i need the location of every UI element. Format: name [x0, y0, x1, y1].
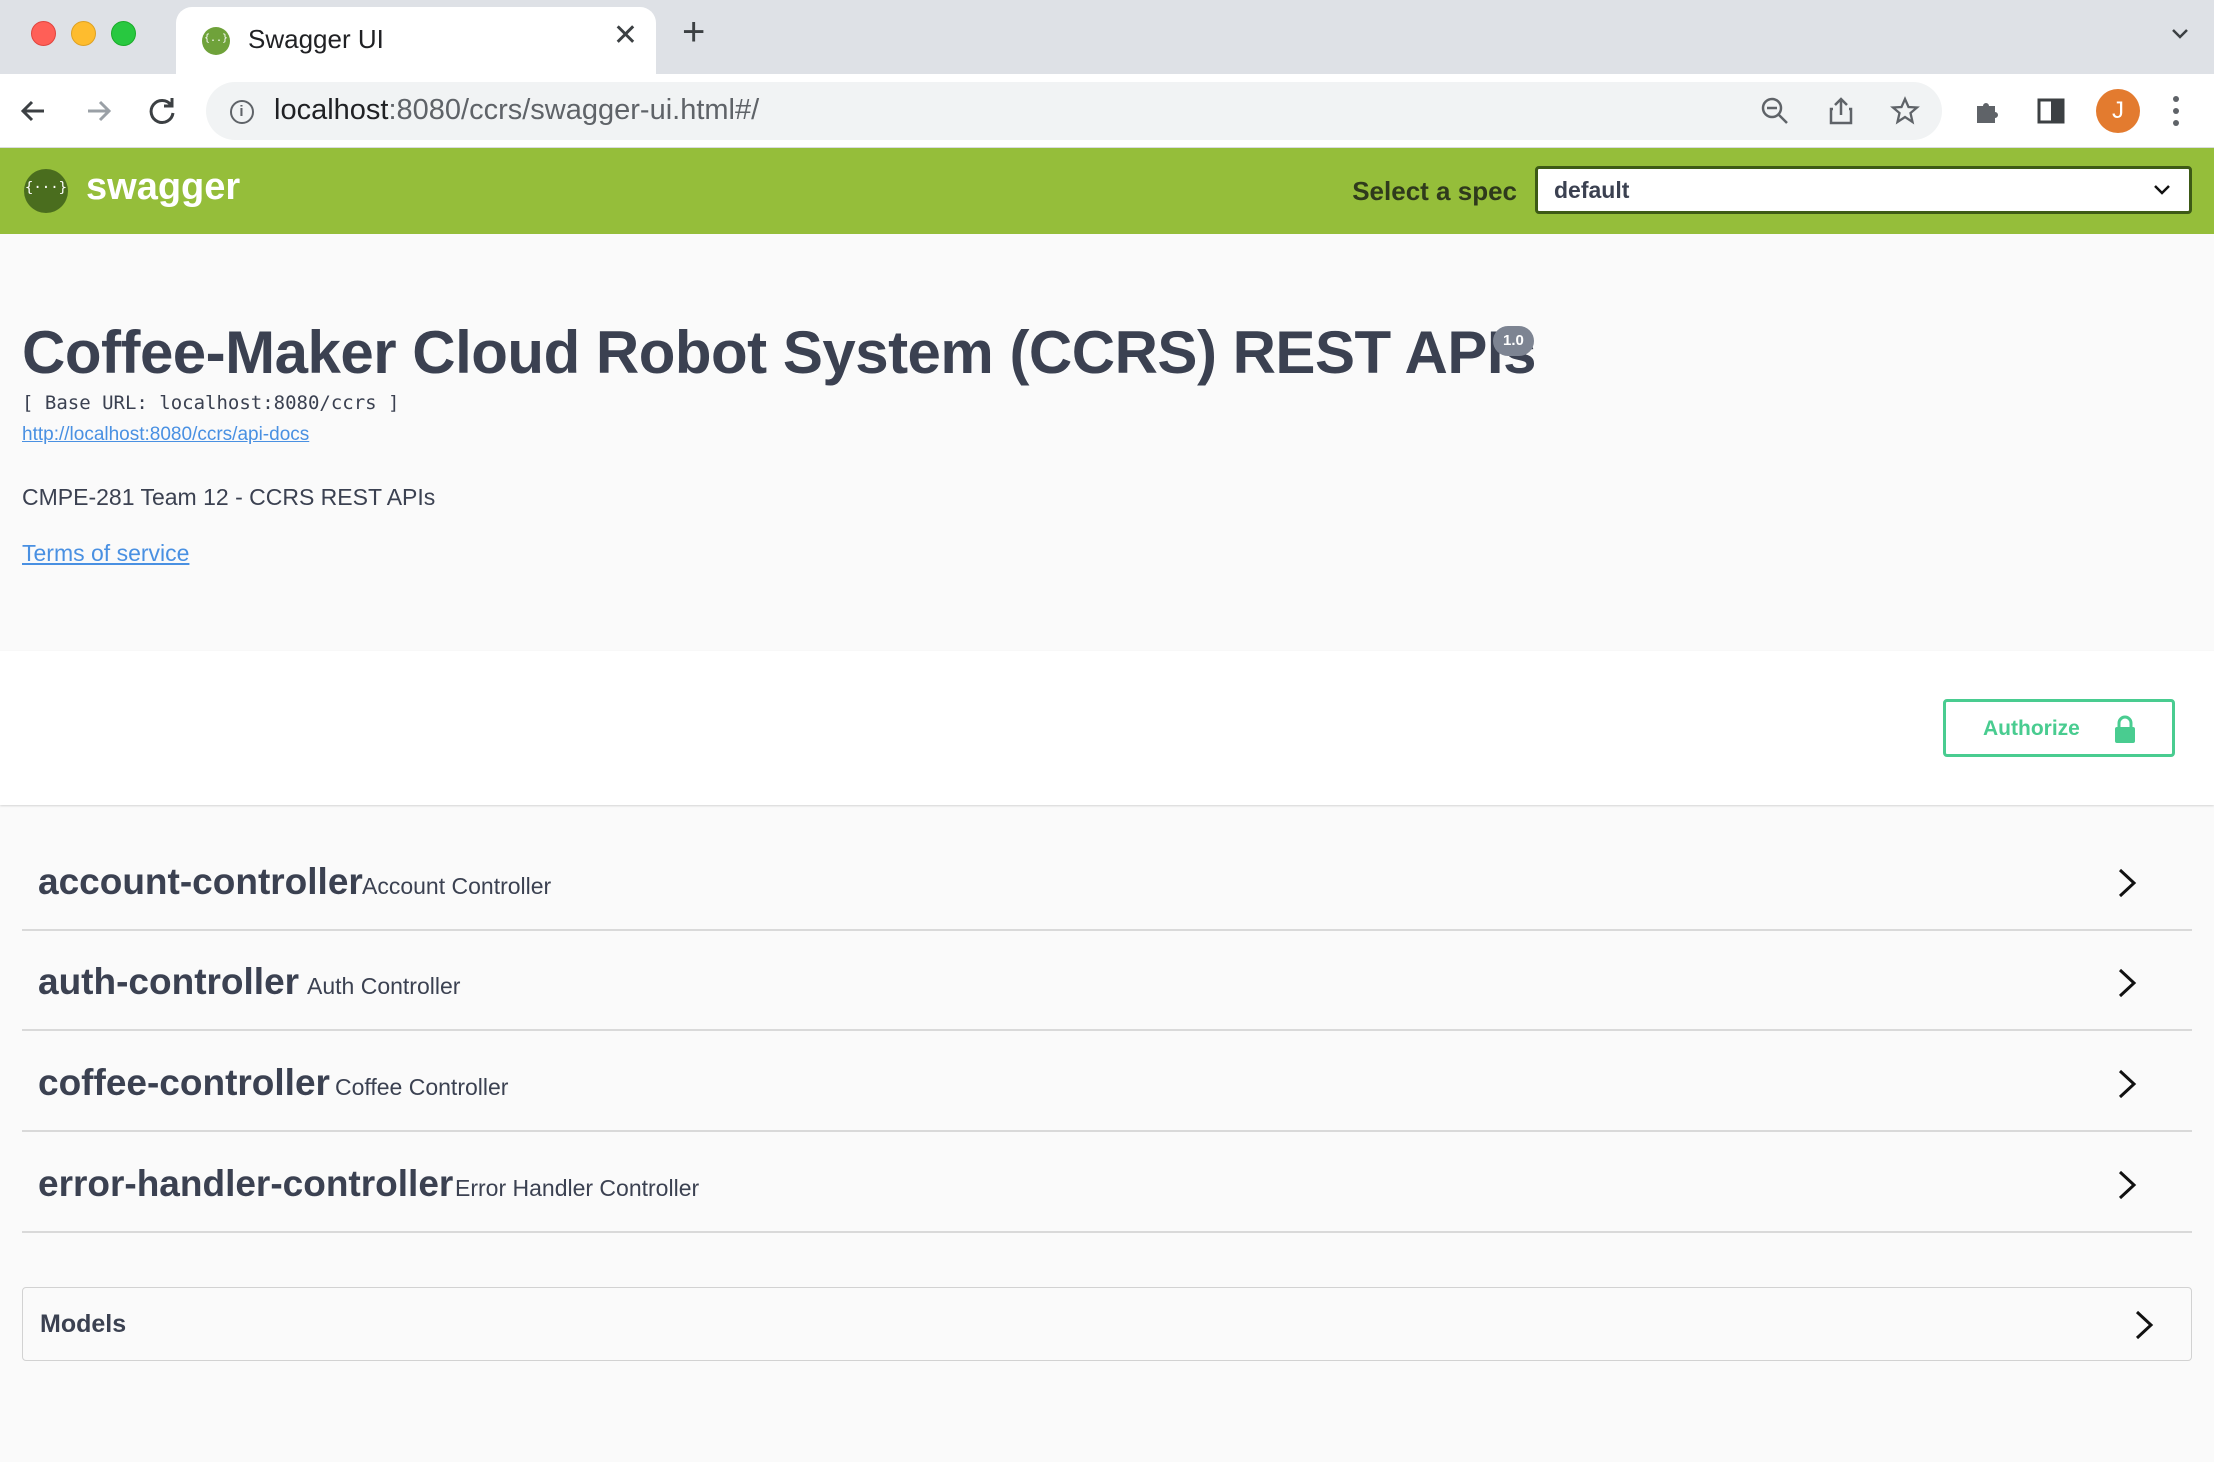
tag-section-auth-controller[interactable]: auth-controller Auth Controller — [22, 931, 2192, 1031]
version-badge: 1.0 — [1493, 326, 1534, 356]
chevron-right-icon[interactable] — [2116, 1169, 2138, 1201]
tag-description: Error Handler Controller — [455, 1175, 700, 1201]
reload-icon[interactable] — [144, 93, 180, 129]
spec-select-label: Select a spec — [1352, 176, 1517, 206]
api-info-section: Coffee-Maker Cloud Robot System (CCRS) R… — [0, 234, 2214, 651]
tag-description: Coffee Controller — [335, 1074, 509, 1100]
api-description: CMPE-281 Team 12 - CCRS REST APIs — [22, 484, 436, 510]
tag-description: Account Controller — [362, 873, 552, 899]
chevron-down-icon — [2154, 185, 2170, 195]
swagger-topbar: swagger Select a spec default — [0, 148, 2214, 234]
browser-toolbar: localhost:8080/ccrs/swagger-ui.html#/ J — [0, 74, 2214, 148]
bookmark-star-icon[interactable] — [1890, 96, 1920, 126]
tab-search-chevron-icon[interactable] — [2170, 24, 2190, 44]
chevron-right-icon[interactable] — [2133, 1309, 2155, 1341]
tag-section-account-controller[interactable]: account-controller Account Controller — [22, 831, 2192, 931]
tag-name[interactable]: account-controller — [38, 861, 363, 903]
window-maximize-button[interactable] — [111, 21, 136, 46]
url-text: localhost:8080/ccrs/swagger-ui.html#/ — [274, 94, 760, 126]
profile-avatar[interactable]: J — [2096, 89, 2140, 133]
models-section[interactable]: Models — [22, 1287, 2192, 1361]
lock-icon — [2115, 715, 2135, 743]
swagger-logo-text[interactable]: swagger — [86, 166, 240, 209]
extensions-puzzle-icon[interactable] — [1972, 96, 2002, 126]
chevron-right-icon[interactable] — [2116, 1068, 2138, 1100]
base-url: [ Base URL: localhost:8080/ccrs ] — [22, 392, 400, 414]
tag-section-error-handler-controller[interactable]: error-handler-controller Error Handler C… — [22, 1133, 2192, 1233]
new-tab-icon[interactable]: + — [682, 12, 705, 52]
tab-close-icon[interactable]: ✕ — [613, 21, 638, 51]
tag-description: Auth Controller — [307, 973, 461, 999]
window-close-button[interactable] — [31, 21, 56, 46]
site-info-icon[interactable] — [230, 100, 254, 124]
window-minimize-button[interactable] — [71, 21, 96, 46]
forward-arrow-icon[interactable] — [80, 93, 116, 129]
authorize-label: Authorize — [1983, 717, 2080, 740]
spec-select[interactable]: default — [1535, 166, 2192, 214]
swagger-logo-icon[interactable] — [24, 169, 68, 213]
back-arrow-icon[interactable] — [16, 93, 52, 129]
address-bar[interactable]: localhost:8080/ccrs/swagger-ui.html#/ — [206, 82, 1942, 140]
terms-of-service-link[interactable]: Terms of service — [22, 540, 189, 567]
authorize-button[interactable]: Authorize — [1943, 699, 2175, 757]
chevron-right-icon[interactable] — [2116, 867, 2138, 899]
browser-menu-icon[interactable] — [2172, 94, 2180, 128]
browser-tab-bar: Swagger UI ✕ + — [0, 0, 2214, 74]
scheme-container: Authorize — [0, 651, 2214, 805]
swagger-favicon-icon — [202, 27, 230, 55]
tag-name[interactable]: error-handler-controller — [38, 1163, 453, 1205]
browser-tab[interactable]: Swagger UI ✕ — [176, 7, 656, 74]
side-panel-icon[interactable] — [2036, 96, 2066, 126]
api-docs-link[interactable]: http://localhost:8080/ccrs/api-docs — [22, 424, 309, 446]
tab-title: Swagger UI — [248, 24, 384, 54]
tag-name[interactable]: coffee-controller — [38, 1062, 330, 1104]
page-title: Coffee-Maker Cloud Robot System (CCRS) R… — [22, 319, 1536, 386]
tag-name[interactable]: auth-controller — [38, 961, 299, 1003]
zoom-out-icon[interactable] — [1760, 96, 1790, 126]
chevron-right-icon[interactable] — [2116, 967, 2138, 999]
share-icon[interactable] — [1826, 96, 1856, 126]
spec-select-value: default — [1554, 177, 1630, 203]
models-label: Models — [40, 1310, 127, 1338]
tag-section-coffee-controller[interactable]: coffee-controller Coffee Controller — [22, 1032, 2192, 1132]
